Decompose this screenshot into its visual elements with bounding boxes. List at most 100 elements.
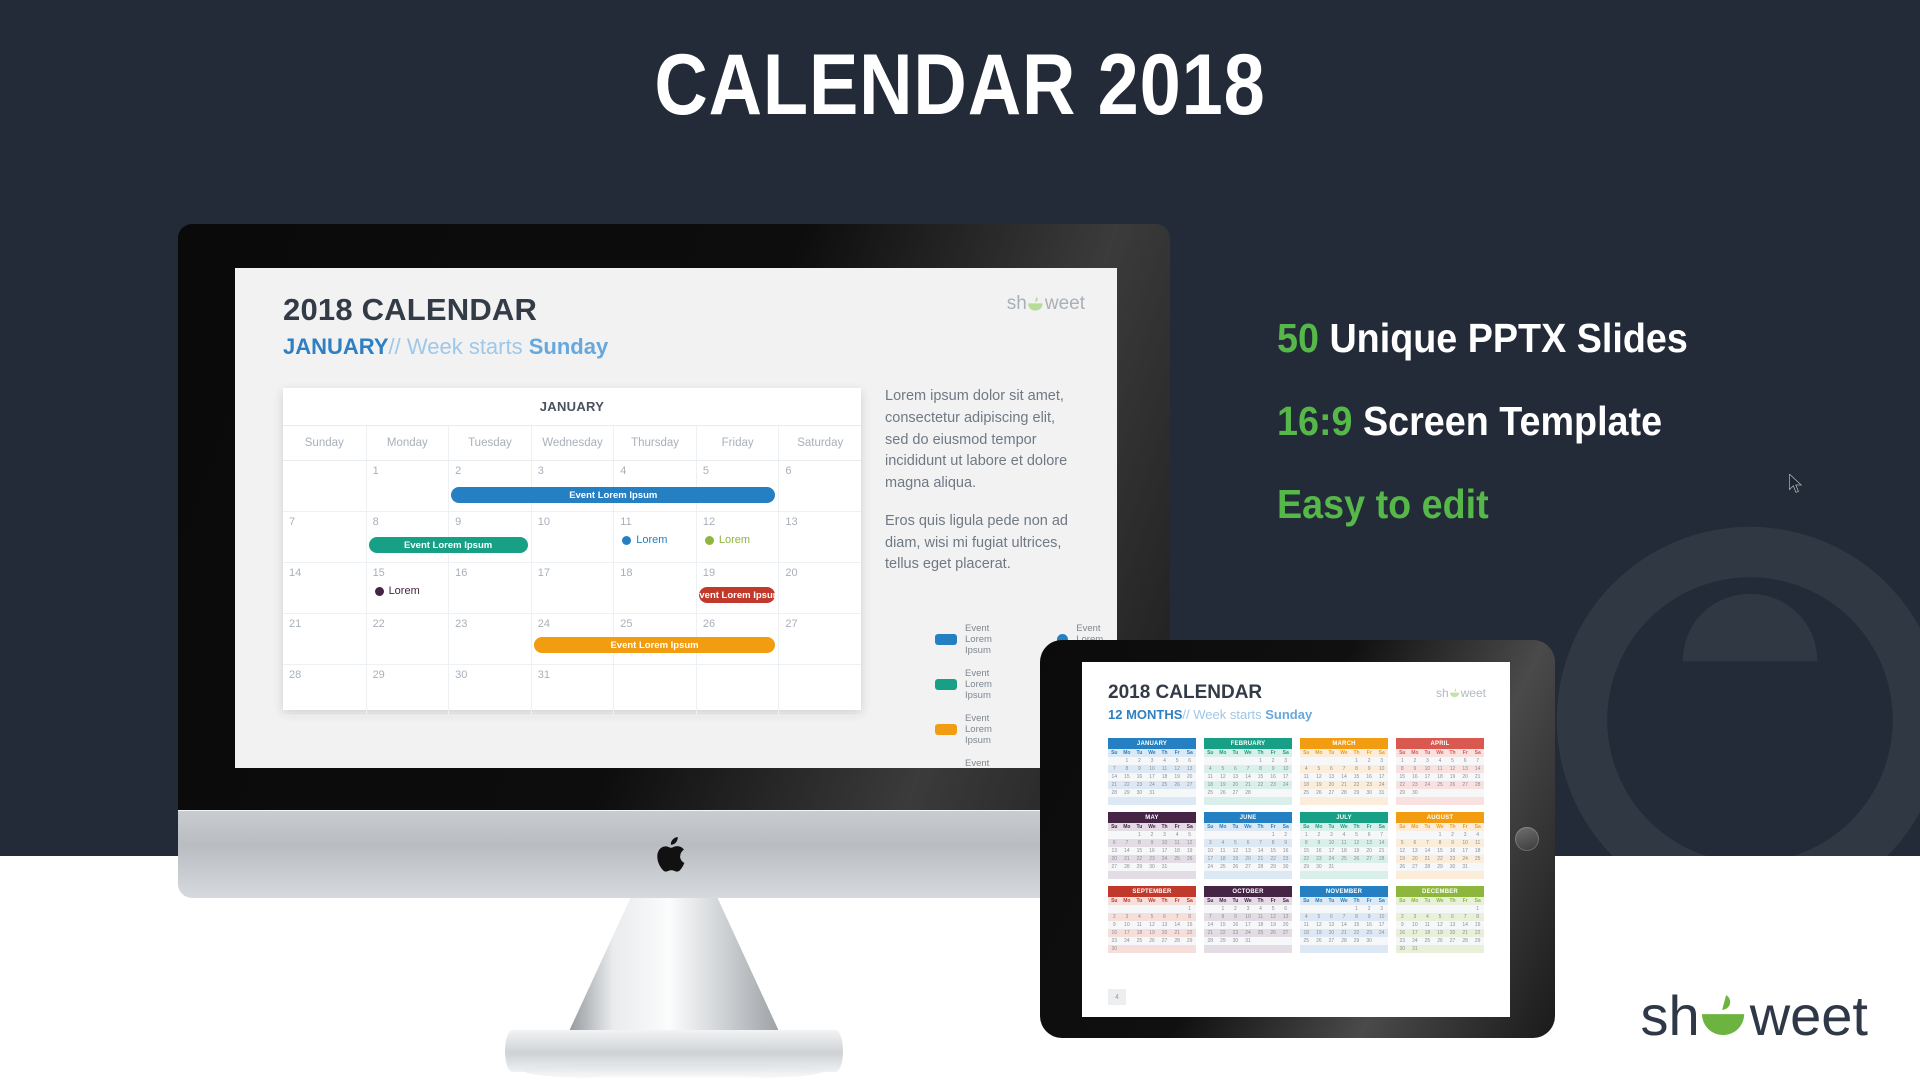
mini-day-cell[interactable]: 24 [1146,781,1159,789]
mini-day-cell[interactable]: 7 [1459,913,1472,921]
mini-day-cell[interactable] [1338,871,1351,879]
mini-day-cell[interactable]: 12 [1396,847,1409,855]
mini-day-cell[interactable]: 13 [1409,847,1422,855]
calendar-day-cell[interactable]: 10 [530,512,614,562]
mini-day-cell[interactable]: 15 [1267,847,1280,855]
mini-day-cell[interactable]: 31 [1325,863,1338,871]
calendar-day-cell[interactable]: 23 [448,614,531,664]
mini-day-cell[interactable]: 23 [1133,781,1146,789]
calendar-bar-event[interactable]: Event Lorem Ipsum [368,537,528,553]
calendar-day-cell[interactable]: 20 [778,563,861,613]
mini-day-cell[interactable]: 29 [1300,863,1313,871]
mini-day-cell[interactable]: 6 [1158,913,1171,921]
mini-day-cell[interactable]: 23 [1108,937,1121,945]
mini-day-cell[interactable]: 10 [1375,913,1388,921]
mini-day-cell[interactable] [1108,757,1121,765]
calendar-day-cell[interactable]: 2 [448,461,531,511]
mini-day-cell[interactable]: 11 [1471,839,1484,847]
mini-day-cell[interactable]: 19 [1146,929,1159,937]
mini-day-cell[interactable]: 8 [1133,839,1146,847]
mini-day-cell[interactable]: 26 [1267,929,1280,937]
mini-day-cell[interactable]: 3 [1459,831,1472,839]
mini-day-cell[interactable]: 2 [1108,913,1121,921]
mini-day-cell[interactable] [1242,797,1255,805]
mini-day-cell[interactable]: 15 [1350,921,1363,929]
calendar-day-cell[interactable]: 6 [778,461,861,511]
mini-day-cell[interactable]: 22 [1300,855,1313,863]
mini-day-cell[interactable] [1217,831,1230,839]
mini-day-cell[interactable]: 15 [1300,847,1313,855]
mini-day-cell[interactable]: 5 [1313,913,1326,921]
mini-day-cell[interactable]: 9 [1396,921,1409,929]
mini-day-cell[interactable] [1146,945,1159,953]
mini-day-cell[interactable] [1338,863,1351,871]
calendar-day-cell[interactable]: 1 [365,461,449,511]
mini-day-cell[interactable]: 5 [1183,831,1196,839]
mini-day-cell[interactable]: 14 [1204,921,1217,929]
mini-day-cell[interactable]: 7 [1375,831,1388,839]
mini-day-cell[interactable]: 16 [1133,773,1146,781]
mini-day-cell[interactable]: 23 [1363,781,1376,789]
mini-day-cell[interactable]: 19 [1183,847,1196,855]
mini-day-cell[interactable]: 30 [1279,863,1292,871]
mini-day-cell[interactable]: 13 [1363,839,1376,847]
mini-day-cell[interactable]: 11 [1434,765,1447,773]
mini-day-cell[interactable]: 3 [1146,757,1159,765]
mini-day-cell[interactable]: 6 [1242,839,1255,847]
mini-day-cell[interactable] [1338,797,1351,805]
mini-day-cell[interactable] [1363,945,1376,953]
mini-day-cell[interactable] [1267,797,1280,805]
mini-day-cell[interactable] [1146,797,1159,805]
mini-day-cell[interactable] [1363,871,1376,879]
mini-day-cell[interactable]: 27 [1158,937,1171,945]
mini-day-cell[interactable] [1300,757,1313,765]
mini-day-cell[interactable]: 29 [1133,863,1146,871]
mini-day-cell[interactable]: 18 [1300,781,1313,789]
mini-day-cell[interactable]: 22 [1133,855,1146,863]
mini-day-cell[interactable]: 19 [1434,929,1447,937]
mini-day-cell[interactable]: 14 [1121,847,1134,855]
mini-day-cell[interactable]: 9 [1313,839,1326,847]
mini-day-cell[interactable]: 20 [1108,855,1121,863]
mini-day-cell[interactable] [1229,757,1242,765]
mini-day-cell[interactable]: 2 [1363,905,1376,913]
mini-day-cell[interactable]: 16 [1396,929,1409,937]
mini-day-cell[interactable] [1204,871,1217,879]
mini-day-cell[interactable]: 25 [1217,863,1230,871]
mini-day-cell[interactable]: 13 [1183,765,1196,773]
mini-day-cell[interactable]: 4 [1300,913,1313,921]
mini-day-cell[interactable] [1183,789,1196,797]
mini-month-calendar[interactable]: AUGUST Su Mo Tu We Th Fr Sa 1 2 3 4 5 6 7 8 9 10 11 12 13 14 1… [1396,812,1484,879]
mini-day-cell[interactable]: 31 [1375,789,1388,797]
mini-day-cell[interactable]: 7 [1338,913,1351,921]
mini-day-cell[interactable]: 21 [1204,929,1217,937]
mini-day-cell[interactable]: 20 [1459,773,1472,781]
mini-day-cell[interactable] [1254,797,1267,805]
mini-day-cell[interactable]: 16 [1363,773,1376,781]
mini-day-cell[interactable] [1204,797,1217,805]
mini-day-cell[interactable]: 13 [1325,921,1338,929]
mini-day-cell[interactable] [1171,789,1184,797]
mini-day-cell[interactable]: 1 [1121,757,1134,765]
mini-day-cell[interactable]: 13 [1459,765,1472,773]
mini-day-cell[interactable]: 29 [1217,937,1230,945]
mini-month-calendar[interactable]: JUNE Su Mo Tu We Th Fr Sa 1 2 3 4 5 6 7 8 9 10 11 12 13 14 15 1… [1204,812,1292,879]
mini-day-cell[interactable]: 16 [1229,921,1242,929]
mini-day-cell[interactable]: 3 [1204,839,1217,847]
mini-day-cell[interactable]: 15 [1183,921,1196,929]
mini-day-cell[interactable] [1171,863,1184,871]
mini-day-cell[interactable]: 14 [1471,765,1484,773]
mini-day-cell[interactable]: 25 [1471,855,1484,863]
mini-day-cell[interactable] [1267,871,1280,879]
mini-day-cell[interactable]: 4 [1171,831,1184,839]
mini-day-cell[interactable]: 30 [1108,945,1121,953]
mini-day-cell[interactable]: 24 [1204,863,1217,871]
mini-day-cell[interactable] [1133,945,1146,953]
mini-day-cell[interactable]: 9 [1409,765,1422,773]
mini-day-cell[interactable] [1313,757,1326,765]
mini-day-cell[interactable] [1421,789,1434,797]
mini-day-cell[interactable]: 26 [1350,855,1363,863]
mini-day-cell[interactable] [1183,871,1196,879]
mini-day-cell[interactable]: 3 [1375,757,1388,765]
calendar-day-cell[interactable]: 3 [530,461,614,511]
